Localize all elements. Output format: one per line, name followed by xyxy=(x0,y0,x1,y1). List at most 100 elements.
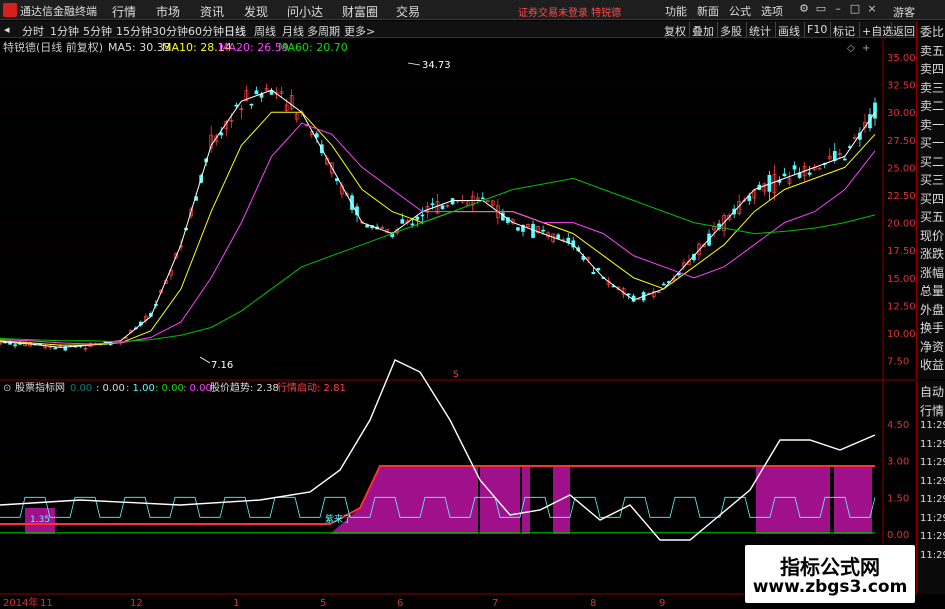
price-tick: 35.00 xyxy=(887,53,916,64)
period-multi[interactable]: 多周期 xyxy=(307,23,340,39)
side-item[interactable]: 买三 xyxy=(920,171,944,188)
side2-item[interactable]: 11:29 xyxy=(920,420,945,431)
side2-item[interactable]: 11:29 xyxy=(920,439,945,450)
side-item[interactable]: 卖五 xyxy=(920,42,944,59)
candle-body xyxy=(410,223,415,226)
candle-body xyxy=(873,102,877,119)
menu-bar: 通达信金融终端 行情 市场 资讯 发现 问小达 财富圈 交易 证券交易未登录 特… xyxy=(0,0,945,20)
candle-body xyxy=(842,158,847,161)
line-annotation-b: 紫来了 xyxy=(325,514,352,525)
menu-new-page[interactable]: 新面 xyxy=(697,3,719,19)
restore-icon[interactable]: ▭ xyxy=(814,2,828,16)
side-item[interactable]: 卖三 xyxy=(920,79,944,96)
side-item[interactable]: 现价 xyxy=(920,227,944,244)
side-item[interactable]: 外盘 xyxy=(920,301,944,318)
fill-block xyxy=(522,466,530,534)
side-item[interactable]: 买五 xyxy=(920,208,944,225)
side-item[interactable]: 收益 xyxy=(920,356,944,373)
menu-news[interactable]: 资讯 xyxy=(200,3,224,20)
menu-market[interactable]: 市场 xyxy=(156,3,180,20)
candle-body xyxy=(626,293,631,296)
side2-item[interactable]: 11:29 xyxy=(920,550,945,561)
side2-item[interactable]: 11:29 xyxy=(920,531,945,542)
low-pointer xyxy=(199,356,211,364)
btn-f10[interactable]: F10 xyxy=(807,23,827,36)
chart-add-icon[interactable]: + xyxy=(862,43,870,54)
period-daily[interactable]: 日线 xyxy=(224,23,246,39)
auto-quote-panel[interactable]: 自动行情11:2911:2911:2911:2911:2911:2911:291… xyxy=(916,381,945,594)
gear-icon[interactable]: ⚙ xyxy=(797,2,811,16)
side-item[interactable]: 买二 xyxy=(920,153,944,170)
btn-return[interactable]: 返回 xyxy=(893,23,915,39)
side2-item[interactable]: 行情 xyxy=(920,402,944,419)
btn-overlay[interactable]: 叠加 xyxy=(692,23,714,39)
candle-body xyxy=(415,216,420,220)
btn-mark[interactable]: 标记 xyxy=(833,23,855,39)
side-item[interactable]: 总量 xyxy=(920,282,944,299)
price-tick: 20.00 xyxy=(887,219,916,230)
btn-add-watchlist[interactable]: +自选 xyxy=(862,23,893,39)
period-back-icon[interactable]: ◂ xyxy=(4,23,10,36)
ma-line-ma10 xyxy=(0,111,876,346)
indicator-tick: 0.00 xyxy=(887,530,909,541)
period-30min[interactable]: 30分钟 xyxy=(152,23,188,39)
btn-draw[interactable]: 画线 xyxy=(778,23,800,39)
side-item[interactable]: 卖二 xyxy=(920,97,944,114)
menu-functions[interactable]: 功能 xyxy=(665,3,687,19)
period-monthly[interactable]: 月线 xyxy=(282,23,304,39)
btn-multi-stock[interactable]: 多股 xyxy=(720,23,742,39)
side-item[interactable]: 卖一 xyxy=(920,116,944,133)
side-item[interactable]: 买一 xyxy=(920,134,944,151)
menu-options[interactable]: 选项 xyxy=(761,3,783,19)
period-weekly[interactable]: 周线 xyxy=(254,23,276,39)
period-5min[interactable]: 5分钟 xyxy=(83,23,112,39)
kline-chart[interactable]: 特锐德(日线 前复权) MA5: 30.33 MA10: 28.14 MA20:… xyxy=(0,38,916,609)
btn-adjust[interactable]: 复权 xyxy=(664,23,686,39)
period-more[interactable]: 更多> xyxy=(344,23,375,39)
candle-body xyxy=(234,104,239,107)
maximize-icon[interactable]: □ xyxy=(848,2,862,16)
quote-side-panel[interactable]: 委比卖五 卖四卖三 卖二卖一 买一买二 买三买四 买五现价 涨跌涨幅 总量外盘 换手净资 收益 xyxy=(916,21,945,379)
candle-body xyxy=(792,165,797,170)
side2-item[interactable]: 11:29 xyxy=(920,457,945,468)
period-intraday[interactable]: 分时 xyxy=(22,23,44,39)
candle-body xyxy=(807,172,812,175)
side-item[interactable]: 委比 xyxy=(920,23,944,40)
menu-discover[interactable]: 发现 xyxy=(244,3,268,20)
side2-item[interactable]: 11:29 xyxy=(920,476,945,487)
side2-item[interactable]: 自动 xyxy=(920,383,944,400)
side2-item[interactable]: 11:29 xyxy=(920,494,945,505)
menu-assistant[interactable]: 问小达 xyxy=(287,3,323,20)
btn-stats[interactable]: 统计 xyxy=(749,23,771,39)
candle-body xyxy=(400,219,405,224)
candle-body xyxy=(219,132,224,136)
side-item[interactable]: 涨跌 xyxy=(920,245,944,262)
side-item[interactable]: 卖四 xyxy=(920,60,944,77)
indicator-axis: 4.50 3.00 1.50 0.00 xyxy=(887,420,909,541)
side2-item[interactable]: 11:29 xyxy=(920,513,945,524)
chart-options-icon[interactable]: ◇ xyxy=(847,43,855,54)
guest-label[interactable]: 游客 xyxy=(893,4,915,20)
price-tick: 10.00 xyxy=(887,329,916,340)
divider xyxy=(717,22,718,37)
app-logo-icon xyxy=(3,3,17,17)
date-tick: 7 xyxy=(492,598,498,609)
side-item[interactable]: 涨幅 xyxy=(920,264,944,281)
menu-quotes[interactable]: 行情 xyxy=(112,3,136,20)
fill-block xyxy=(480,466,520,534)
close-icon[interactable]: × xyxy=(865,2,879,16)
period-1min[interactable]: 1分钟 xyxy=(50,23,79,39)
indicator-options-icon[interactable]: ⊙ xyxy=(3,383,11,394)
side-item[interactable]: 换手 xyxy=(920,319,944,336)
price-tick: 7.50 xyxy=(887,357,909,368)
menu-trade[interactable]: 交易 xyxy=(396,3,420,20)
side-item[interactable]: 买四 xyxy=(920,190,944,207)
side-item[interactable]: 净资 xyxy=(920,338,944,355)
minimize-icon[interactable]: – xyxy=(831,2,845,16)
watermark-title: 指标公式网 xyxy=(780,555,880,579)
period-60min[interactable]: 60分钟 xyxy=(188,23,224,39)
menu-formula[interactable]: 公式 xyxy=(729,3,751,19)
menu-wealth[interactable]: 财富圈 xyxy=(342,3,378,20)
indicator-name: 股票指标网 xyxy=(15,381,65,394)
period-15min[interactable]: 15分钟 xyxy=(116,23,152,39)
